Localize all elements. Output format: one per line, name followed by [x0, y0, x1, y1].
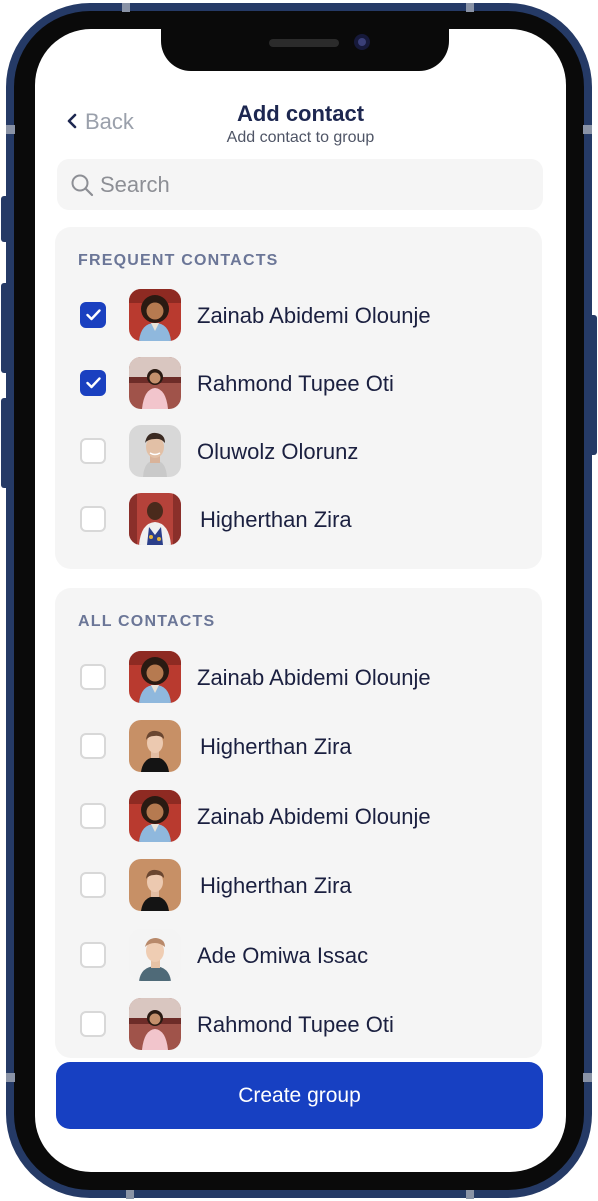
avatar-man-white-background [129, 928, 181, 981]
checkbox-checked[interactable] [80, 302, 106, 328]
checkbox-unchecked[interactable] [80, 941, 106, 968]
contact-name: Zainab Abidemi Olounje [197, 803, 431, 829]
frequent-contacts-card: FREQUENT CONTACTS Zainab Abidemi Olounje… [55, 227, 542, 569]
contact-row[interactable]: Zainab Abidemi Olounje [55, 289, 542, 345]
checkbox-unchecked[interactable] [80, 872, 106, 899]
checkmark-icon [86, 377, 101, 389]
front-camera [354, 34, 370, 50]
checkbox-unchecked[interactable] [80, 438, 106, 464]
contact-row[interactable]: Oluwolz Olorunz [55, 425, 542, 481]
contact-name: Higherthan Zira [200, 873, 352, 899]
antenna-band [466, 3, 474, 12]
avatar-woman-curly-hair [129, 289, 181, 341]
contact-name: Zainab Abidemi Olounje [197, 665, 431, 690]
side-button-power [589, 315, 597, 455]
antenna-band [583, 125, 592, 134]
side-button-volume-up [1, 283, 9, 373]
contact-name: Rahmond Tupee Oti [197, 371, 394, 396]
avatar-woman-stadium [129, 357, 181, 409]
checkbox-unchecked[interactable] [80, 664, 106, 690]
contact-row[interactable]: Ade Omiwa Issac [55, 928, 542, 985]
antenna-band [126, 1190, 134, 1199]
antenna-band [122, 3, 130, 12]
page-subtitle: Add contact to group [226, 129, 375, 146]
antenna-band [6, 1073, 15, 1082]
contact-row[interactable]: Higherthan Zira [55, 859, 542, 915]
contact-name: Higherthan Zira [200, 734, 352, 760]
create-group-button[interactable]: Create group [56, 1062, 543, 1129]
avatar-man-grey-background [129, 425, 181, 477]
checkbox-unchecked[interactable] [80, 1011, 106, 1037]
contact-name: Zainab Abidemi Olounje [197, 303, 431, 328]
avatar-man-tan-background [129, 720, 181, 773]
side-button-volume-down [1, 398, 9, 488]
search-input[interactable] [100, 171, 500, 198]
checkbox-unchecked[interactable] [80, 506, 106, 532]
page-title: Add contact [236, 101, 365, 126]
contact-name: Oluwolz Olorunz [197, 439, 359, 464]
phone-screen: Back Add contact Add contact to group FR… [35, 29, 566, 1172]
avatar-woman-stadium [129, 998, 181, 1050]
all-contacts-heading: ALL CONTACTS [78, 613, 216, 630]
contact-row[interactable]: Zainab Abidemi Olounje [55, 651, 542, 707]
checkbox-checked[interactable] [80, 370, 106, 396]
contact-row[interactable]: Higherthan Zira [55, 493, 542, 549]
contact-row[interactable]: Rahmond Tupee Oti [55, 357, 542, 413]
search-bar[interactable] [57, 159, 543, 210]
checkmark-icon [86, 309, 101, 321]
contact-row[interactable]: Zainab Abidemi Olounje [55, 789, 542, 846]
search-icon [71, 174, 94, 196]
contact-name: Rahmond Tupee Oti [197, 1012, 394, 1037]
antenna-band [583, 1073, 592, 1082]
all-contacts-card: ALL CONTACTS Zainab Abidemi Olounje Highe… [55, 588, 542, 1058]
notch [161, 29, 449, 71]
avatar-woman-curly-hair [129, 789, 181, 842]
frequent-contacts-heading: FREQUENT CONTACTS [78, 252, 279, 269]
avatar-man-patterned-shirt [129, 493, 181, 545]
contact-name: Ade Omiwa Issac [197, 942, 369, 968]
contact-row[interactable]: Rahmond Tupee Oti [55, 998, 542, 1054]
contact-row[interactable]: Higherthan Zira [55, 720, 542, 776]
antenna-band [6, 125, 15, 134]
checkbox-unchecked[interactable] [80, 802, 106, 829]
antenna-band [466, 1190, 474, 1199]
avatar-woman-curly-hair [129, 651, 181, 703]
side-button-mute [1, 196, 9, 242]
speaker-grille [269, 39, 339, 47]
avatar-man-tan-background [129, 859, 181, 912]
checkbox-unchecked[interactable] [80, 733, 106, 760]
contact-name: Higherthan Zira [200, 507, 352, 532]
